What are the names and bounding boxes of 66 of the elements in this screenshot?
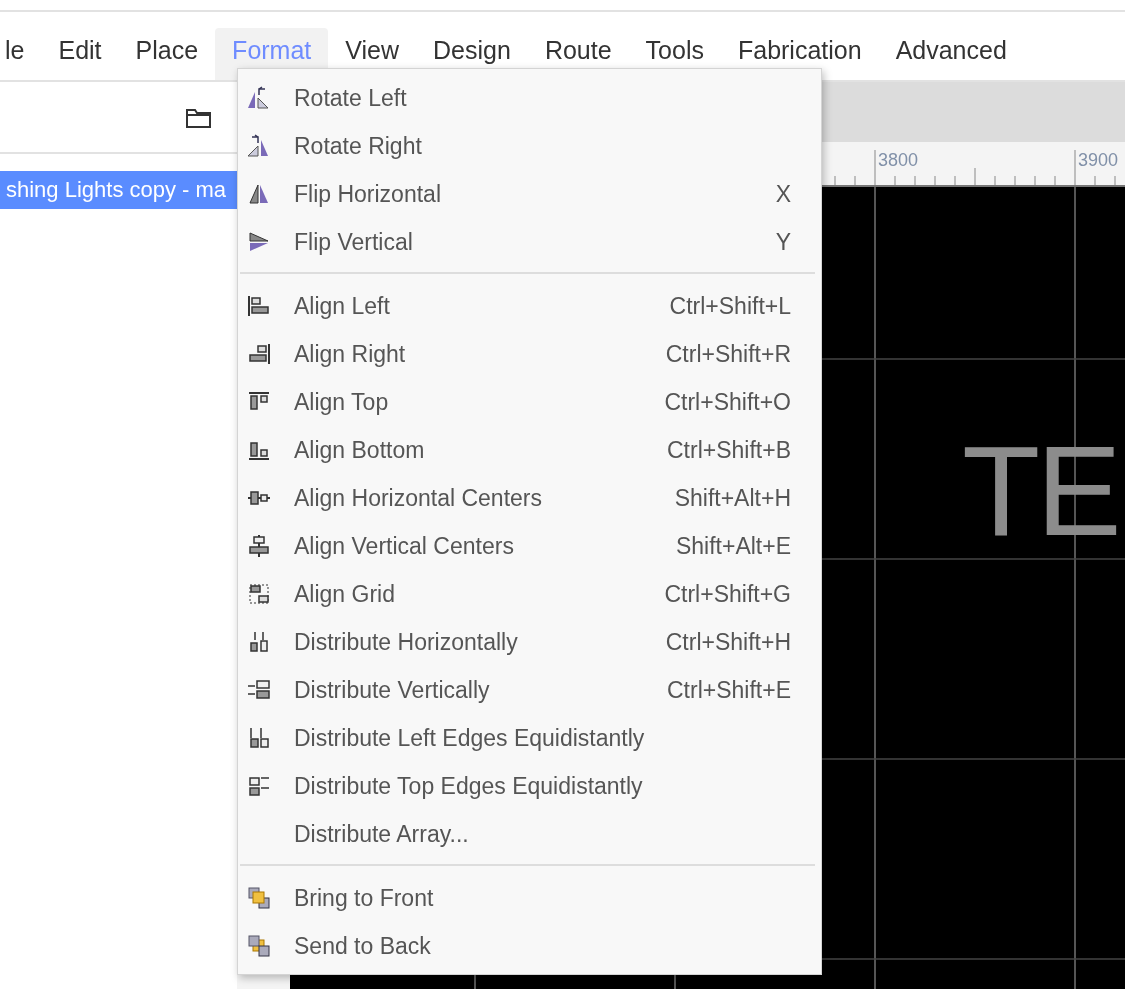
menu-item-label: Distribute Horizontally: [294, 628, 518, 656]
rotate-left-icon: [247, 86, 271, 110]
shortcut-text: Ctrl+Shift+L: [669, 292, 791, 320]
menu-item-label: Align Right: [294, 340, 406, 368]
menu-item[interactable]: Advanced: [878, 28, 1024, 80]
menu-item-label: Align Top: [294, 388, 389, 416]
align-vertical-centers-icon: [247, 534, 271, 558]
flip-vertical-icon: [247, 230, 271, 254]
shortcut-text: Shift+Alt+E: [675, 532, 791, 560]
align-grid-icon: [247, 582, 271, 606]
menu-item-label: Align Bottom: [294, 436, 425, 464]
menu-item-label: Align Horizontal Centers: [294, 484, 542, 512]
menu-item[interactable]: le: [0, 28, 42, 80]
menu-item[interactable]: Align Horizontal Centers Shift+Alt+H: [238, 474, 821, 522]
menu-item[interactable]: Align Grid Ctrl+Shift+G: [238, 570, 821, 618]
shortcut-text: Ctrl+Shift+G: [664, 580, 791, 608]
shortcut-text: Shift+Alt+H: [674, 484, 791, 512]
shortcut-text: Ctrl+Shift+E: [667, 676, 791, 704]
menu-item-label: Align Grid: [294, 580, 395, 608]
menu-item[interactable]: Bring to Front: [238, 874, 821, 922]
menu-item-label: Distribute Vertically: [294, 676, 490, 704]
menu-item-label: Align Left: [294, 292, 390, 320]
shortcut-text: Ctrl+Shift+H: [665, 628, 791, 656]
menu-item[interactable]: Rotate Right: [238, 122, 821, 170]
distribute-left-edges-icon: [247, 726, 271, 750]
rotate-right-icon: [247, 134, 271, 158]
menu-item-label: Bring to Front: [294, 884, 434, 912]
shortcut-text: X: [775, 180, 791, 208]
distribute-horizontally-icon: [247, 630, 271, 654]
menu-item[interactable]: Distribute Left Edges Equidistantly: [238, 714, 821, 762]
menu-item[interactable]: Flip Vertical Y: [238, 218, 821, 266]
menu-item[interactable]: Distribute Top Edges Equidistantly: [238, 762, 821, 810]
menu-item[interactable]: Edit: [41, 28, 119, 80]
menu-item-label: Rotate Right: [294, 132, 422, 160]
shortcut-text: Y: [775, 228, 791, 256]
menu-item[interactable]: Flip Horizontal X: [238, 170, 821, 218]
align-right-icon: [247, 342, 271, 366]
menu-item[interactable]: Send to Back: [238, 922, 821, 970]
flip-horizontal-icon: [247, 182, 271, 206]
menu-item-label: Distribute Array...: [294, 820, 469, 848]
shortcut-text: Ctrl+Shift+B: [667, 436, 791, 464]
menu-item-label: Distribute Top Edges Equidistantly: [294, 772, 643, 800]
menu-item-label: Align Vertical Centers: [294, 532, 514, 560]
menu-item[interactable]: Align Bottom Ctrl+Shift+B: [238, 426, 821, 474]
menu-item[interactable]: Align Top Ctrl+Shift+O: [238, 378, 821, 426]
menu-item-label: Send to Back: [294, 932, 431, 960]
menu-item[interactable]: Align Vertical Centers Shift+Alt+E: [238, 522, 821, 570]
menu-item[interactable]: Place: [118, 28, 216, 80]
menu-item[interactable]: Align Right Ctrl+Shift+R: [238, 330, 821, 378]
menu-item-label: Distribute Left Edges Equidistantly: [294, 724, 645, 752]
distribute-vertically-icon: [247, 678, 271, 702]
menu-item-label: Rotate Left: [294, 84, 407, 112]
shortcut-text: Ctrl+Shift+O: [664, 388, 791, 416]
menu-item[interactable]: Distribute Horizontally Ctrl+Shift+H: [238, 618, 821, 666]
menu-item-label: Flip Horizontal: [294, 180, 441, 208]
ruler-label: 3900: [1078, 150, 1119, 171]
shortcut-text: Ctrl+Shift+R: [665, 340, 791, 368]
menu-item[interactable]: Distribute Array...: [238, 810, 821, 858]
menu-item[interactable]: Distribute Vertically Ctrl+Shift+E: [238, 666, 821, 714]
distribute-top-edges-icon: [247, 774, 271, 798]
bring-to-front-icon: [247, 886, 271, 910]
menu-item-label: Flip Vertical: [294, 228, 413, 256]
ruler-label: 3800: [878, 150, 919, 171]
menu-item[interactable]: Align Left Ctrl+Shift+L: [238, 282, 821, 330]
align-left-icon: [247, 294, 271, 318]
send-to-back-icon: [247, 934, 271, 958]
